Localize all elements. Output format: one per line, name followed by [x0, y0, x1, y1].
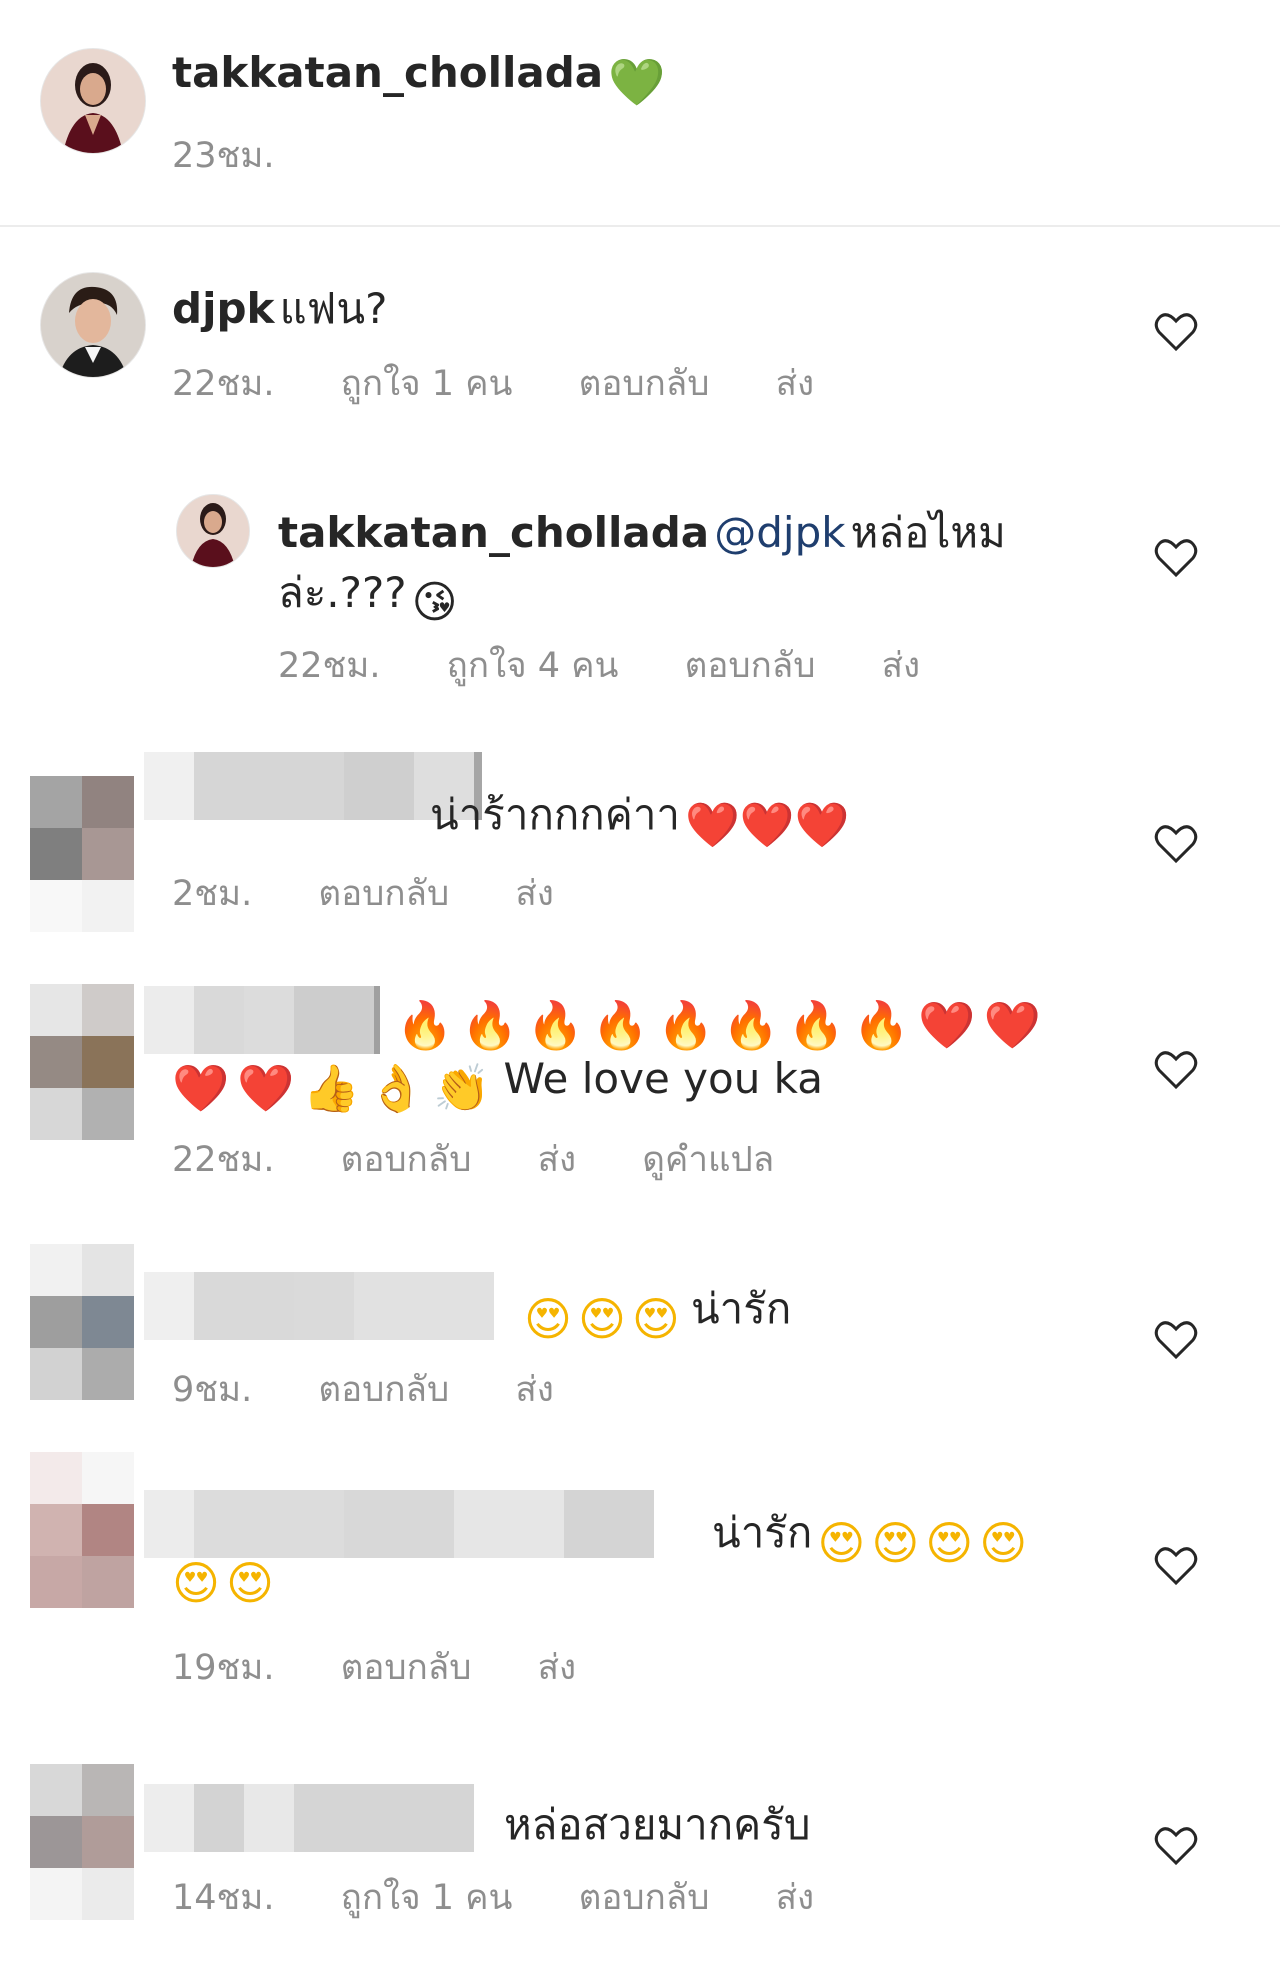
blurred-username[interactable]	[144, 1272, 494, 1340]
comment-line: 😍😍😍 น่ารัก	[524, 1276, 791, 1346]
comment-meta: 9ชม. ตอบกลับ ส่ง	[172, 1362, 609, 1417]
caption-line: takkatan_chollada 💚	[172, 48, 666, 110]
reply-button[interactable]: ตอบกลับ	[318, 1370, 449, 1410]
send-button[interactable]: ส่ง	[882, 646, 920, 686]
send-button[interactable]: ส่ง	[538, 1648, 576, 1688]
comment-line-2: ล่ะ.??? 😘	[278, 560, 458, 628]
translate-button[interactable]: ดูคำแปล	[642, 1140, 774, 1180]
comment-time: 14ชม.	[172, 1878, 275, 1918]
comment-time: 22ชม.	[172, 1140, 275, 1180]
blurred-avatar[interactable]	[30, 1764, 134, 1920]
avatar[interactable]	[40, 272, 146, 378]
caption-time: 23ชม.	[172, 136, 275, 176]
send-button[interactable]: ส่ง	[538, 1140, 576, 1180]
comment-meta: 2ชม. ตอบกลับ ส่ง	[172, 866, 609, 921]
comment-meta: 19ชม. ตอบกลับ ส่ง	[172, 1640, 631, 1695]
blurred-username[interactable]	[144, 1490, 654, 1558]
likes-count[interactable]: ถูกใจ 1 คน	[341, 364, 513, 404]
reply-button[interactable]: ตอบกลับ	[685, 646, 816, 686]
comment-text: น่าร้ากกกค่าา	[430, 790, 680, 839]
avatar[interactable]	[40, 48, 146, 154]
reply-button[interactable]: ตอบกลับ	[579, 1878, 710, 1918]
avatar[interactable]	[176, 494, 250, 568]
blurred-avatar[interactable]	[30, 1244, 134, 1400]
comment-meta: 22ชม. ถูกใจ 4 คน ตอบกลับ ส่ง	[278, 638, 975, 693]
blurred-avatar[interactable]	[30, 1452, 134, 1608]
comment-line: น่ารัก 😍😍😍😍	[712, 1500, 1033, 1570]
fire-emoji-icon: 🔥🔥🔥🔥🔥🔥🔥🔥❤️❤️	[396, 998, 1049, 1052]
blurred-username[interactable]	[144, 986, 380, 1054]
comment-username[interactable]: djpk	[172, 284, 274, 333]
comment-time: 19ชม.	[172, 1648, 275, 1688]
heart-outline-icon[interactable]	[1154, 538, 1198, 578]
blurred-avatar[interactable]	[30, 776, 134, 932]
red-hearts-emoji-icon: ❤️❤️❤️	[685, 799, 850, 851]
heart-eyes-emoji-icon: 😍😍😍😍	[817, 1515, 1034, 1570]
comment-text-continued: ล่ะ.???	[278, 568, 407, 617]
comment-line-2: ❤️❤️👍👌👏 We love you ka	[172, 1054, 823, 1116]
comment-line: น่าร้ากกกค่าา ❤️❤️❤️	[430, 782, 849, 851]
caption-username[interactable]: takkatan_chollada	[172, 48, 603, 97]
comment-username[interactable]: takkatan_chollada	[278, 508, 709, 557]
blurred-avatar[interactable]	[30, 984, 134, 1140]
comment-text: แฟน?	[279, 284, 388, 333]
comment-text: หล่อสวยมากครับ	[504, 1800, 811, 1849]
comment-meta: 14ชม. ถูกใจ 1 คน ตอบกลับ ส่ง	[172, 1870, 869, 1925]
comment-meta: 22ชม. ถูกใจ 1 คน ตอบกลับ ส่ง	[172, 356, 869, 411]
blurred-username[interactable]	[144, 1784, 474, 1852]
comment-line: หล่อสวยมากครับ	[504, 1792, 811, 1858]
heart-eyes-emoji-icon: 😍😍	[172, 1556, 280, 1610]
comment-text: หล่อไหม	[850, 508, 1006, 557]
comment-time: 9ชม.	[172, 1370, 253, 1410]
likes-count[interactable]: ถูกใจ 1 คน	[341, 1878, 513, 1918]
heart-outline-icon[interactable]	[1154, 1826, 1198, 1866]
comment-meta: 22ชม. ตอบกลับ ส่ง ดูคำแปล	[172, 1132, 829, 1187]
comment-time: 22ชม.	[172, 364, 275, 404]
send-button[interactable]: ส่ง	[515, 874, 553, 914]
mention-link[interactable]: @djpk	[714, 508, 845, 557]
reply-button[interactable]: ตอบกลับ	[579, 364, 710, 404]
comment-emoji-line: 🔥🔥🔥🔥🔥🔥🔥🔥❤️❤️	[396, 998, 1049, 1053]
likes-count[interactable]: ถูกใจ 4 คน	[447, 646, 619, 686]
comment-line: takkatan_chollada @djpk หล่อไหม	[278, 500, 1006, 566]
comment-line: djpk แฟน?	[172, 276, 387, 342]
comment-time: 2ชม.	[172, 874, 253, 914]
heart-outline-icon[interactable]	[1154, 1050, 1198, 1090]
send-button[interactable]: ส่ง	[776, 1878, 814, 1918]
send-button[interactable]: ส่ง	[776, 364, 814, 404]
heart-outline-icon[interactable]	[1154, 1320, 1198, 1360]
hands-emoji-icon: ❤️❤️👍👌👏	[172, 1061, 499, 1115]
reply-button[interactable]: ตอบกลับ	[341, 1648, 472, 1688]
comment-text: น่ารัก	[690, 1284, 792, 1333]
heart-outline-icon[interactable]	[1154, 824, 1198, 864]
comment-text: We love you ka	[503, 1054, 823, 1103]
comment-line-2: 😍😍	[172, 1556, 280, 1610]
heart-outline-icon[interactable]	[1154, 1546, 1198, 1586]
comment-text: น่ารัก	[712, 1508, 813, 1557]
reply-button[interactable]: ตอบกลับ	[318, 874, 449, 914]
kiss-emoji-icon: 😘	[411, 577, 458, 628]
comment-time: 22ชม.	[278, 646, 381, 686]
heart-eyes-emoji-icon: 😍😍😍	[524, 1291, 686, 1346]
send-button[interactable]: ส่ง	[515, 1370, 553, 1410]
heart-outline-icon[interactable]	[1154, 312, 1198, 352]
green-heart-icon: 💚	[608, 55, 666, 109]
caption-header: takkatan_chollada 💚 23ชม.	[0, 0, 1280, 227]
reply-button[interactable]: ตอบกลับ	[341, 1140, 472, 1180]
